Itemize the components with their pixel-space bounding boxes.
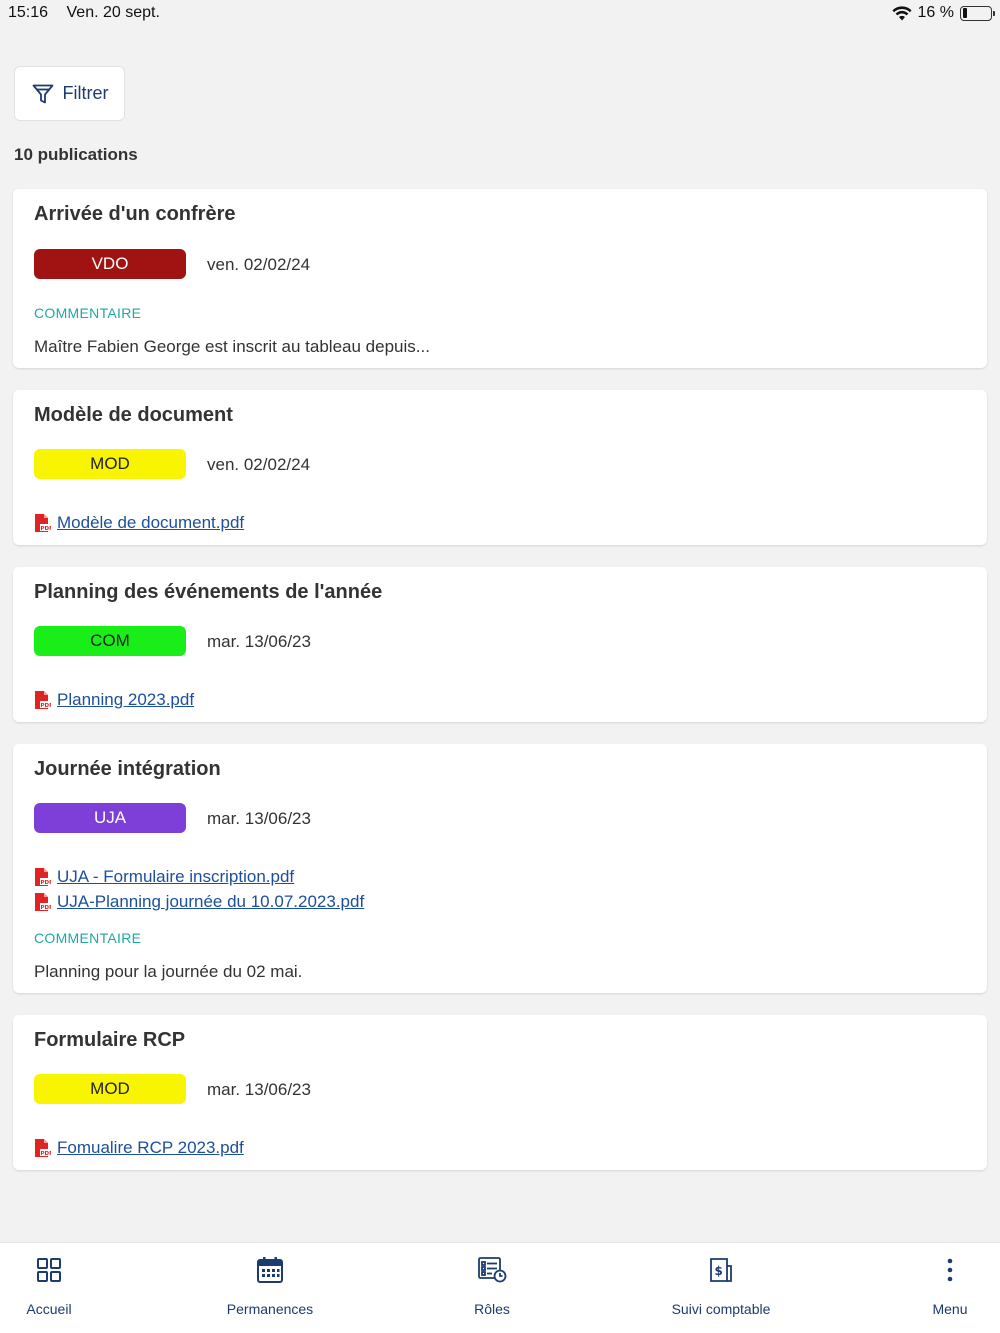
svg-text:PDF: PDF bbox=[41, 905, 52, 911]
svg-text:PDF: PDF bbox=[41, 703, 52, 709]
attachment-name: Planning 2023.pdf bbox=[57, 690, 195, 709]
publications-count: 10 publications bbox=[14, 145, 138, 164]
category-tag: VDO bbox=[34, 249, 186, 279]
publication-title: Modèle de document bbox=[34, 404, 233, 426]
nav-label: Menu bbox=[932, 1301, 968, 1317]
status-time: 15:16 bbox=[8, 4, 49, 21]
status-date: Ven. 20 sept. bbox=[66, 4, 160, 21]
category-tag: MOD bbox=[34, 1074, 186, 1104]
pdf-file-icon: PDF bbox=[35, 514, 52, 532]
comment-text: Maître Fabien George est inscrit au tabl… bbox=[34, 337, 430, 356]
publication-date: ven. 02/02/24 bbox=[207, 255, 311, 274]
attachment-name: UJA-Planning journée du 10.07.2023.pdf bbox=[57, 892, 365, 911]
comment-text: Planning pour la journée du 02 mai. bbox=[34, 962, 303, 981]
nav-item-suivi-comptable[interactable]: $ Suivi comptable bbox=[666, 1243, 776, 1333]
svg-text:PDF: PDF bbox=[41, 880, 52, 886]
attachment-link[interactable]: PDF Modèle de document.pdf bbox=[34, 513, 244, 533]
category-tag: UJA bbox=[34, 803, 186, 833]
pdf-file-icon: PDF bbox=[35, 1139, 52, 1157]
attachment-name: Fomualire RCP 2023.pdf bbox=[57, 1138, 244, 1157]
attachment-name: UJA - Formulaire inscription.pdf bbox=[57, 867, 295, 886]
publication-title: Planning des événements de l'année bbox=[34, 581, 383, 603]
attachment-link[interactable]: PDF Planning 2023.pdf bbox=[34, 690, 194, 710]
nav-item-permanences[interactable]: Permanences bbox=[220, 1243, 320, 1333]
nav-item-accueil[interactable]: Accueil bbox=[14, 1243, 84, 1333]
bottom-navigation: Accueil Permanences Rôles $ Suivi compta… bbox=[0, 1242, 1000, 1333]
calendar-icon bbox=[256, 1255, 284, 1285]
battery-percentage: 16 % bbox=[917, 4, 954, 21]
publication-date: mar. 13/06/23 bbox=[207, 809, 311, 828]
comment-label: COMMENTAIRE bbox=[34, 305, 142, 321]
publication-card[interactable]: Arrivée d'un confrère VDO ven. 02/02/24 … bbox=[13, 189, 987, 368]
comment-label: COMMENTAIRE bbox=[34, 930, 142, 946]
more-vertical-icon bbox=[946, 1255, 954, 1285]
pdf-file-icon: PDF bbox=[35, 868, 52, 886]
battery-level bbox=[962, 8, 967, 18]
status-right: 16 % bbox=[891, 4, 995, 22]
filter-icon bbox=[32, 84, 53, 103]
status-bar: 15:16 Ven. 20 sept. 16 % bbox=[0, 0, 1000, 26]
wifi-icon bbox=[891, 5, 912, 20]
accounting-icon: $ bbox=[708, 1255, 734, 1285]
publication-date: mar. 13/06/23 bbox=[207, 632, 311, 651]
nav-label: Permanences bbox=[226, 1301, 314, 1317]
publication-card[interactable]: Modèle de document MOD ven. 02/02/24 PDF… bbox=[13, 390, 987, 545]
category-tag: COM bbox=[34, 626, 186, 656]
attachment-link[interactable]: PDF Fomualire RCP 2023.pdf bbox=[34, 1138, 244, 1158]
publication-title: Arrivée d'un confrère bbox=[34, 203, 236, 225]
publication-card[interactable]: Formulaire RCP MOD mar. 13/06/23 PDF Fom… bbox=[13, 1015, 987, 1170]
attachment-name: Modèle de document.pdf bbox=[57, 513, 245, 532]
pdf-file-icon: PDF bbox=[35, 691, 52, 709]
svg-text:$: $ bbox=[715, 1264, 723, 1278]
publication-title: Journée intégration bbox=[34, 758, 221, 780]
publication-date: mar. 13/06/23 bbox=[207, 1080, 311, 1099]
nav-label: Rôles bbox=[474, 1301, 510, 1317]
publication-title: Formulaire RCP bbox=[34, 1029, 186, 1051]
attachment-link[interactable]: PDF UJA-Planning journée du 10.07.2023.p… bbox=[34, 892, 364, 912]
filter-button[interactable]: Filtrer bbox=[14, 66, 125, 121]
category-tag: MOD bbox=[34, 449, 186, 479]
nav-label: Accueil bbox=[26, 1301, 72, 1317]
publication-card[interactable]: Planning des événements de l'année COM m… bbox=[13, 567, 987, 722]
nav-label: Suivi comptable bbox=[671, 1301, 771, 1317]
grid-icon bbox=[36, 1255, 62, 1285]
attachment-link[interactable]: PDF UJA - Formulaire inscription.pdf bbox=[34, 867, 294, 887]
publication-card[interactable]: Journée intégration UJA mar. 13/06/23 PD… bbox=[13, 744, 987, 993]
svg-text:PDF: PDF bbox=[41, 526, 52, 532]
pdf-file-icon: PDF bbox=[35, 893, 52, 911]
nav-item-roles[interactable]: Rôles bbox=[462, 1243, 522, 1333]
svg-text:PDF: PDF bbox=[41, 1151, 52, 1157]
publication-date: ven. 02/02/24 bbox=[207, 455, 311, 474]
status-left: 15:16 Ven. 20 sept. bbox=[8, 4, 174, 22]
roles-list-icon bbox=[477, 1255, 507, 1285]
nav-item-menu[interactable]: Menu bbox=[925, 1243, 975, 1333]
filter-label: Filtrer bbox=[62, 83, 109, 103]
battery-icon bbox=[960, 5, 995, 21]
